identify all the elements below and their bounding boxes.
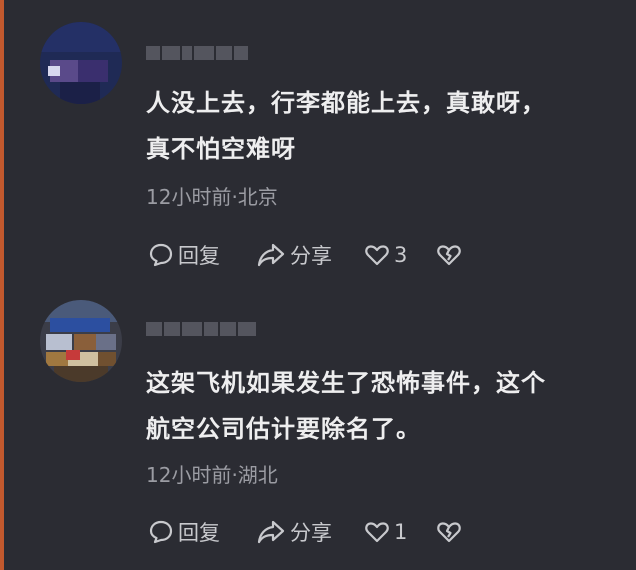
reply-label: 回复 xyxy=(178,244,220,268)
avatar[interactable] xyxy=(40,22,122,104)
share-label: 分享 xyxy=(290,244,332,268)
share-label: 分享 xyxy=(290,521,332,545)
comment-text-line: 航空公司估计要除名了。 xyxy=(146,415,421,443)
share-button[interactable]: 分享 xyxy=(256,517,364,547)
dislike-button[interactable] xyxy=(436,520,462,544)
avatar[interactable] xyxy=(40,300,122,382)
like-count: 3 xyxy=(394,243,408,267)
like-button[interactable]: 3 xyxy=(364,243,436,267)
reply-button[interactable]: 回复 xyxy=(148,517,256,547)
share-button[interactable]: 分享 xyxy=(256,240,364,270)
reply-button[interactable]: 回复 xyxy=(148,240,256,270)
comment-text: 这架飞机如果发生了恐怖事件，这个 航空公司估计要除名了。 xyxy=(146,360,616,452)
broken-heart-icon xyxy=(436,243,462,267)
share-arrow-icon xyxy=(256,519,286,545)
share-arrow-icon xyxy=(256,242,286,268)
username-blurred[interactable] xyxy=(146,42,248,64)
like-count: 1 xyxy=(394,520,408,544)
comment-meta: 12小时前·北京 xyxy=(146,185,278,209)
left-edge-strip xyxy=(0,0,4,570)
reply-bubble-icon xyxy=(148,242,174,268)
dislike-button[interactable] xyxy=(436,243,462,267)
reply-label: 回复 xyxy=(178,521,220,545)
heart-icon xyxy=(364,243,390,267)
comment-actions: 回复 分享 1 xyxy=(148,517,462,547)
comment-text-line: 人没上去，行李都能上去，真敢呀， xyxy=(146,89,546,117)
comment-text: 人没上去，行李都能上去，真敢呀， 真不怕空难呀 xyxy=(146,80,616,172)
username-blurred[interactable] xyxy=(146,318,256,340)
comment-text-line: 这架飞机如果发生了恐怖事件，这个 xyxy=(146,369,546,397)
comment-actions: 回复 分享 3 xyxy=(148,240,462,270)
comment-meta: 12小时前·湖北 xyxy=(146,463,278,487)
like-button[interactable]: 1 xyxy=(364,520,436,544)
comment-text-line: 真不怕空难呀 xyxy=(146,135,296,163)
reply-bubble-icon xyxy=(148,519,174,545)
heart-icon xyxy=(364,520,390,544)
broken-heart-icon xyxy=(436,520,462,544)
